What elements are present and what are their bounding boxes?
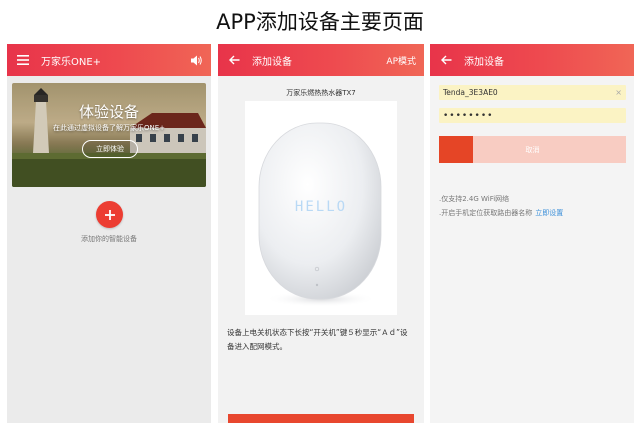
device-image: HELLO bbox=[245, 101, 397, 315]
speaker-icon[interactable] bbox=[191, 44, 203, 76]
experience-banner[interactable]: 体验设备 在此通过虚拟设备了解万家乐ONE+ 立即体验 bbox=[12, 83, 206, 187]
wifi-password-field[interactable]: •••••••• bbox=[439, 108, 626, 123]
wifi-config-screen: 添加设备 Tenda_3E3AE0 × •••••••• 取消 .仅支持2.4G… bbox=[430, 44, 634, 423]
instruction-line-1: 设备上电关机状态下长按“开关机”键５秒显示“Ａｄ”设 bbox=[227, 328, 408, 337]
add-device-screen: 添加设备 AP模式 万家乐燃热热水器TX7 HELLO 设备上电关机状态下长按“… bbox=[218, 44, 424, 423]
cancel-button[interactable]: 取消 bbox=[439, 136, 626, 163]
cancel-label: 取消 bbox=[525, 145, 540, 154]
home-screen: 万家乐ONE+ 体验设备 在此通过虚拟设备了解万家乐ONE+ 立即体验 添加你的… bbox=[7, 44, 211, 423]
app-bar: 万家乐ONE+ bbox=[7, 44, 211, 76]
device-name: 万家乐燃热热水器TX7 bbox=[286, 89, 356, 97]
plus-icon bbox=[104, 209, 115, 220]
wifi-ssid-field[interactable]: Tenda_3E3AE0 × bbox=[439, 85, 626, 100]
page-title: APP添加设备主要页面 bbox=[216, 10, 424, 34]
wifi-note: .仅支持2.4G WiFi网络 bbox=[439, 195, 510, 203]
hamburger-menu-icon[interactable] bbox=[11, 44, 35, 76]
banner-lighthouse-image bbox=[12, 83, 206, 187]
banner-subtitle: 在此通过虚拟设备了解万家乐ONE+ bbox=[52, 124, 166, 132]
app-title: 万家乐ONE+ bbox=[41, 56, 102, 68]
back-arrow-icon[interactable] bbox=[222, 44, 246, 76]
try-now-button[interactable]: 立即体验 bbox=[82, 140, 138, 158]
location-note: .开启手机定位获取路由器名称 立即设置 bbox=[439, 208, 563, 218]
clear-x-icon[interactable]: × bbox=[615, 85, 622, 100]
back-arrow-icon[interactable] bbox=[434, 44, 458, 76]
add-device-button[interactable] bbox=[96, 201, 123, 228]
progress-indicator bbox=[439, 136, 473, 163]
instruction-line-2: 备进入配网模式。 bbox=[227, 342, 287, 351]
location-note-text: .开启手机定位获取路由器名称 bbox=[439, 209, 533, 217]
next-button[interactable] bbox=[228, 414, 414, 423]
instruction-text: 设备上电关机状态下长按“开关机”键５秒显示“Ａｄ”设 备进入配网模式。 bbox=[227, 326, 417, 354]
app-title: 添加设备 bbox=[464, 56, 504, 68]
ap-mode-button[interactable]: AP模式 bbox=[386, 44, 416, 76]
banner-title: 体验设备 bbox=[78, 103, 139, 121]
app-title: 添加设备 bbox=[252, 56, 292, 68]
wifi-password-value: •••••••• bbox=[443, 110, 494, 121]
set-now-link[interactable]: 立即设置 bbox=[535, 209, 563, 217]
app-bar: 添加设备 bbox=[430, 44, 634, 76]
device-display-text: HELLO bbox=[295, 199, 347, 215]
wifi-ssid-value: Tenda_3E3AE0 bbox=[443, 88, 498, 97]
app-bar: 添加设备 AP模式 bbox=[218, 44, 424, 76]
add-device-label: 添加你的智能设备 bbox=[81, 235, 137, 243]
